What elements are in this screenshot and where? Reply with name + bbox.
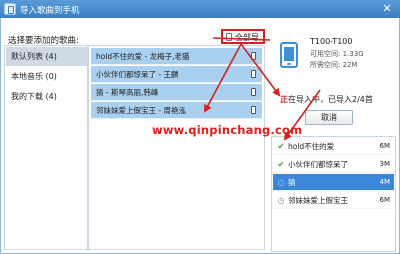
device-panel: T100-T100 可用空间: 1.33G 所需空间: 22M 正在导入中，已导…: [268, 30, 398, 252]
progress-status: 在导入中，已导入2/4首: [288, 95, 373, 104]
progress-prefix: 正: [280, 95, 288, 104]
import-queue-list: ✔ hold不住的爱 6M ✔ 小伙伴们都惊呆了 3M ◌ 猜 4M ◷ 邻妹妹…: [271, 136, 396, 252]
playlist-item-label: 默认列表 (4): [11, 52, 57, 61]
queue-item-size: 6M: [379, 196, 391, 204]
queue-item-size: 3M: [379, 160, 391, 168]
song-title: hold不住的爱 - 龙梅子,老猫: [96, 52, 190, 61]
loading-spinner-icon: ◌: [277, 178, 285, 187]
playlist-item-label: 我的下载 (4): [11, 92, 57, 101]
cancel-button[interactable]: 取消: [305, 110, 353, 125]
phone-icon: [251, 106, 256, 114]
queue-item-size: 4M: [379, 178, 391, 186]
queue-item-title: hold不住的爱: [288, 142, 335, 151]
phone-icon: [251, 52, 256, 60]
playlist-item-default[interactable]: 默认列表 (4): [6, 47, 87, 66]
song-row[interactable]: 邻妹妹爱上假宝王 - 周艳泓: [91, 102, 262, 119]
queue-item-importing[interactable]: ◌ 猜 4M: [273, 174, 394, 191]
window-title: 导入歌曲到手机: [20, 6, 80, 16]
song-title: 小伙伴们都惊呆了 - 王麟: [96, 70, 179, 79]
close-icon[interactable]: ✕: [376, 1, 398, 17]
song-title: 猜 - 斯琴高丽,韩峰: [96, 88, 159, 97]
device-required-space: 所需空间: 22M: [310, 61, 358, 69]
song-row[interactable]: hold不住的爱 - 龙梅子,老猫: [91, 48, 262, 65]
playlist-item-label: 本地音乐 (0): [11, 72, 57, 81]
import-all-button[interactable]: 全部导入: [221, 29, 265, 53]
playlist-panel: 默认列表 (4) 本地音乐 (0) 我的下载 (4): [4, 45, 88, 250]
phone-icon: [251, 70, 256, 78]
queue-item-size: 6M: [379, 142, 391, 150]
queue-item[interactable]: ✔ hold不住的爱 6M: [273, 138, 394, 155]
playlist-item-local-music[interactable]: 本地音乐 (0): [6, 67, 87, 86]
device-available-space: 可用空间: 1.33G: [310, 50, 364, 58]
phone-app-icon: [4, 3, 16, 15]
clock-icon: ◷: [277, 196, 285, 205]
song-title: 邻妹妹爱上假宝王 - 周艳泓: [96, 106, 186, 115]
song-row[interactable]: 小伙伴们都惊呆了 - 王麟: [91, 66, 262, 83]
phone-device-icon: [280, 42, 298, 68]
playlist-item-downloads[interactable]: 我的下载 (4): [6, 87, 87, 106]
checkmark-icon: ✔: [277, 160, 285, 169]
queue-item-title: 猜: [288, 178, 296, 187]
phone-icon: [251, 88, 256, 96]
title-bar: 导入歌曲到手机 ✕: [0, 0, 400, 18]
import-all-checkbox[interactable]: [226, 33, 232, 41]
device-name: T100-T100: [310, 37, 353, 46]
song-row[interactable]: 猜 - 斯琴高丽,韩峰: [91, 84, 262, 101]
checkmark-icon: ✔: [277, 142, 285, 151]
import-progress-text: 正在导入中，已导入2/4首: [280, 94, 373, 105]
queue-item[interactable]: ◷ 邻妹妹爱上假宝王 6M: [273, 192, 394, 209]
queue-item-title: 邻妹妹爱上假宝王: [288, 196, 348, 205]
queue-item[interactable]: ✔ 小伙伴们都惊呆了 3M: [273, 156, 394, 173]
queue-item-title: 小伙伴们都惊呆了: [288, 160, 348, 169]
song-list-panel: hold不住的爱 - 龙梅子,老猫 小伙伴们都惊呆了 - 王麟 猜 - 斯琴高丽…: [88, 45, 265, 250]
